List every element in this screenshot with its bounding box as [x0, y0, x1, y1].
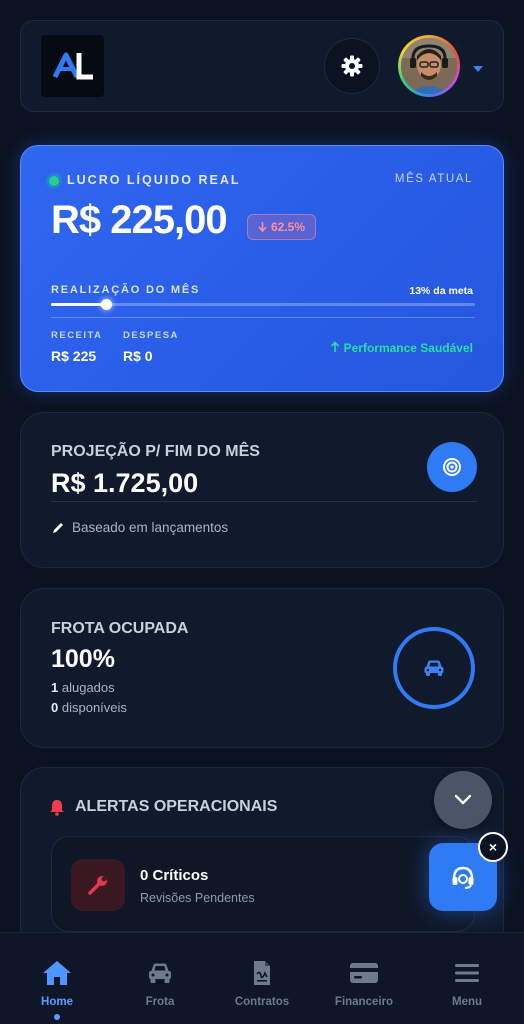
arrow-up-icon	[331, 341, 340, 352]
settings-button[interactable]	[324, 38, 380, 94]
revenue-label: RECEITA	[51, 330, 103, 341]
home-icon	[41, 959, 73, 987]
fleet-rented: 1 alugados	[51, 680, 115, 695]
credit-card-icon	[349, 959, 379, 987]
projection-card[interactable]: PROJEÇÃO P/ FIM DO MÊS R$ 1.725,00 Basea…	[20, 412, 504, 568]
arrow-down-icon	[258, 222, 267, 232]
gear-icon	[341, 55, 363, 77]
scroll-down-button[interactable]	[434, 771, 492, 829]
fleet-value: 100%	[51, 645, 115, 673]
available-count: 0	[51, 700, 59, 715]
bell-icon	[50, 799, 64, 816]
caret-down-icon	[473, 66, 483, 72]
projection-note-text: Baseado em lançamentos	[72, 520, 229, 535]
menu-icon	[454, 959, 480, 987]
profit-value: R$ 225,00	[51, 198, 228, 242]
car-icon	[147, 959, 173, 987]
headset-icon	[452, 866, 474, 889]
nav-label-frota: Frota	[145, 996, 175, 1008]
period-label: MÊS ATUAL	[394, 173, 473, 185]
delta-badge: 62.5%	[247, 214, 317, 240]
wrench-icon	[88, 876, 107, 895]
projection-note: Baseado em lançamentos	[51, 520, 228, 535]
chevron-down-icon	[454, 794, 472, 805]
alert-item-revisions[interactable]: 0 Críticos Revisões Pendentes	[51, 836, 475, 932]
net-profit-card[interactable]: LUCRO LÍQUIDO REAL MÊS ATUAL R$ 225,00 6…	[20, 145, 504, 392]
user-avatar[interactable]	[398, 35, 460, 97]
alerts-header: ALERTAS OPERACIONAIS	[49, 798, 277, 816]
expense-value: R$ 0	[123, 348, 153, 364]
wrench-icon-box	[71, 859, 125, 911]
profile-menu-toggle[interactable]	[472, 61, 484, 79]
profit-divider	[51, 317, 475, 318]
live-indicator	[49, 176, 59, 186]
projection-target-button[interactable]	[427, 442, 477, 492]
avatar-portrait	[401, 38, 457, 94]
rented-label: alugados	[61, 680, 115, 695]
app-logo[interactable]	[41, 35, 104, 97]
fleet-card[interactable]: FROTA OCUPADA 100% 1 alugados 0 disponív…	[20, 588, 504, 748]
available-label: disponíveis	[61, 700, 127, 715]
top-header	[20, 20, 504, 112]
nav-item-frota[interactable]: Frota	[110, 933, 210, 1024]
nav-item-financeiro[interactable]: Financeiro	[314, 933, 414, 1024]
alert-subtitle: Revisões Pendentes	[140, 891, 255, 905]
dashboard-page: LUCRO LÍQUIDO REAL MÊS ATUAL R$ 225,00 6…	[0, 0, 524, 1024]
nav-label-contratos: Contratos	[234, 996, 290, 1008]
target-icon	[443, 458, 461, 476]
goal-progress-knob	[101, 299, 113, 310]
fleet-available: 0 disponíveis	[51, 700, 127, 715]
alerts-title: ALERTAS OPERACIONAIS	[75, 798, 278, 815]
expense-label: DESPESA	[123, 330, 179, 341]
health-status: Performance Saudável	[330, 341, 473, 355]
delta-value: 62.5%	[271, 220, 306, 234]
nav-label-home: Home	[41, 996, 73, 1008]
car-icon	[424, 660, 444, 676]
projection-title: PROJEÇÃO P/ FIM DO MÊS	[51, 443, 260, 460]
nav-label-financeiro: Financeiro	[334, 996, 394, 1008]
pencil-icon	[53, 522, 63, 533]
goal-progress-fill	[51, 303, 107, 306]
avatar-photo	[401, 38, 457, 94]
health-text: Performance Saudável	[343, 341, 473, 355]
nav-item-contratos[interactable]: Contratos	[212, 933, 312, 1024]
projection-divider	[51, 501, 477, 502]
logo-mark	[52, 52, 93, 80]
nav-item-menu[interactable]: Menu	[417, 933, 517, 1024]
projection-value: R$ 1.725,00	[51, 468, 199, 498]
nav-active-indicator	[54, 1014, 60, 1020]
rented-count: 1	[51, 680, 59, 695]
goal-label: REALIZAÇÃO DO MÊS	[51, 284, 201, 296]
alert-count: 0 Críticos	[140, 867, 209, 884]
document-icon	[252, 959, 272, 987]
goal-progress-track	[51, 299, 475, 310]
goal-percent: 13% da meta	[409, 285, 473, 297]
nav-label-menu: Menu	[451, 996, 483, 1008]
profit-title: LUCRO LÍQUIDO REAL	[67, 173, 241, 187]
revenue-value: R$ 225	[51, 348, 97, 364]
bottom-navigation: Home Frota Contratos Financeiro Menu	[0, 932, 524, 1024]
fleet-title: FROTA OCUPADA	[51, 620, 189, 637]
nav-item-home[interactable]: Home	[7, 933, 107, 1024]
close-support-button[interactable]: ×	[478, 832, 508, 862]
fleet-occupancy-ring	[393, 627, 475, 709]
